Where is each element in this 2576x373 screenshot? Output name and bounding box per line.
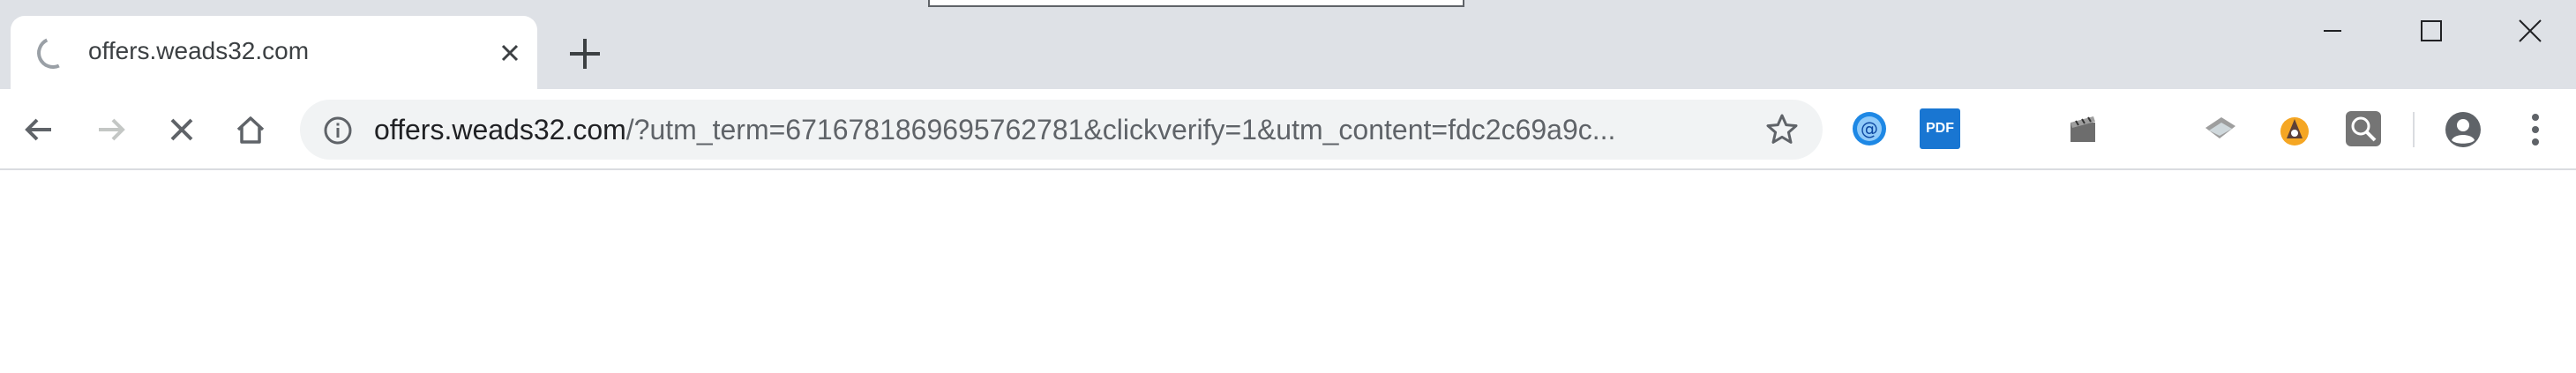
browser-toolbar: offers.weads32.com/?utm_term=67167818696… [0, 89, 2576, 170]
svg-text:@: @ [1861, 118, 1878, 139]
close-icon[interactable] [496, 39, 524, 67]
page-content [0, 170, 2576, 373]
pdf-icon[interactable]: PDF [1920, 108, 1960, 149]
more-vert-icon[interactable] [2520, 108, 2551, 151]
pdf-icon-label: PDF [1926, 121, 1954, 136]
minimize-button[interactable] [2297, 9, 2368, 53]
browser-tab[interactable]: offers.weads32.com [11, 16, 537, 89]
loading-spinner-icon [32, 32, 74, 74]
address-bar[interactable]: offers.weads32.com/?utm_term=67167818696… [300, 100, 1823, 160]
close-window-button[interactable] [2495, 9, 2565, 53]
tab-strip: offers.weads32.com [0, 0, 2576, 89]
search-icon[interactable] [2343, 108, 2384, 149]
new-tab-button[interactable] [565, 34, 605, 74]
back-button[interactable] [16, 107, 62, 153]
ticket-icon[interactable] [2200, 108, 2241, 149]
toolbar-divider [2413, 112, 2415, 147]
home-button[interactable] [228, 107, 273, 153]
url-host: offers.weads32.com [374, 114, 626, 145]
clapperboard-icon[interactable] [2063, 108, 2103, 149]
url-path: /?utm_term=6716781869695762781&clickveri… [625, 114, 1616, 145]
forward-button[interactable] [88, 107, 134, 153]
popup-window-edge [928, 0, 1464, 7]
info-icon[interactable] [323, 116, 353, 145]
bag-icon[interactable] [2274, 108, 2315, 149]
account-circle-icon[interactable] [2442, 108, 2484, 151]
stop-loading-button[interactable] [159, 107, 205, 153]
maximize-button[interactable] [2396, 9, 2467, 53]
tab-title: offers.weads32.com [88, 37, 310, 64]
email-icon[interactable]: @ [1849, 108, 1890, 149]
url-text[interactable]: offers.weads32.com/?utm_term=67167818696… [374, 114, 1733, 146]
star-icon[interactable] [1764, 112, 1800, 147]
